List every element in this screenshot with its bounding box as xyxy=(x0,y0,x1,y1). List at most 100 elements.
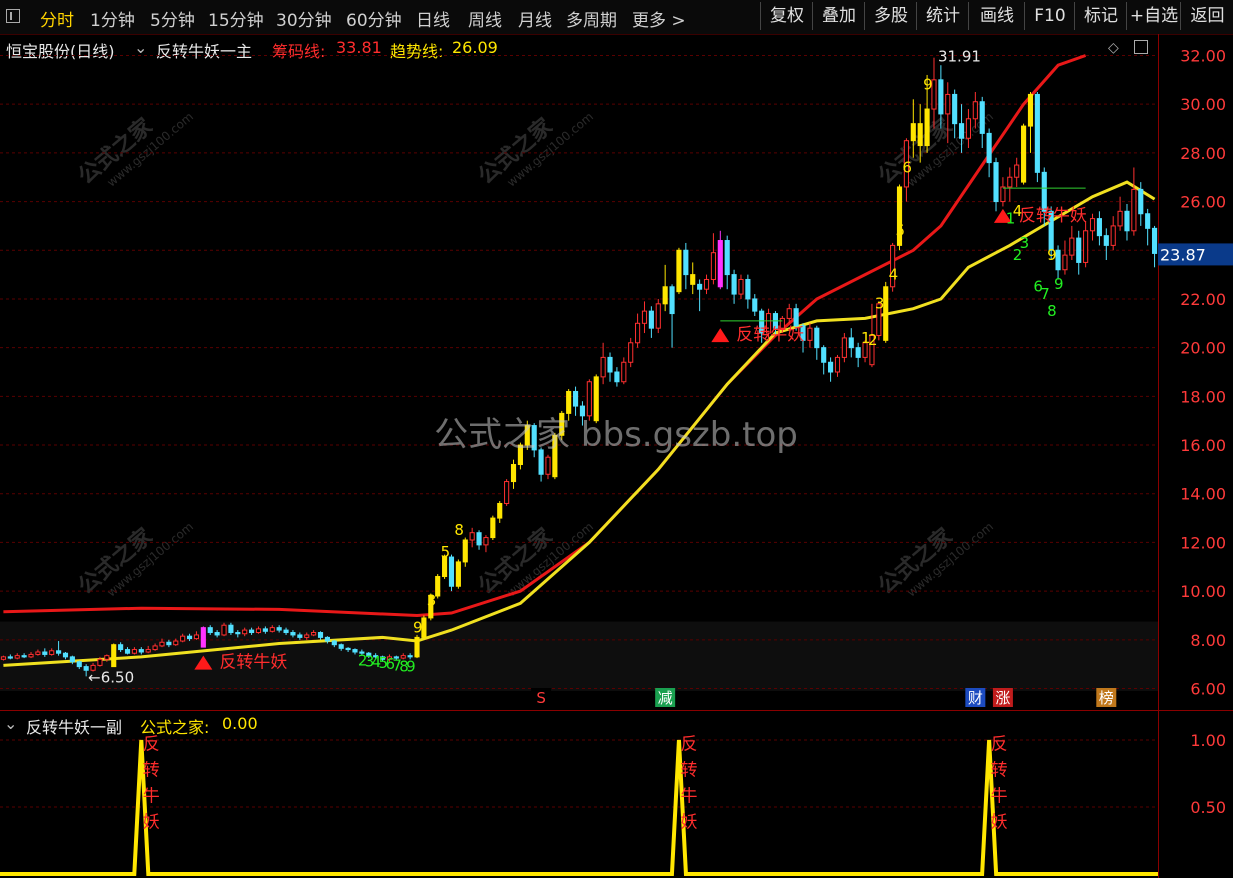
candle-body xyxy=(317,632,324,638)
y-tick-label: 32.00 xyxy=(1180,46,1226,65)
candle-body xyxy=(1083,230,1089,263)
candle-body xyxy=(1076,237,1082,263)
candle-body xyxy=(641,310,648,324)
candle-body xyxy=(56,650,62,654)
candle-body xyxy=(1014,164,1020,178)
candle-body xyxy=(614,371,620,383)
candle-body xyxy=(586,381,592,417)
y-tick-label: 6.00 xyxy=(1190,680,1226,699)
event-marker: 榜 xyxy=(1099,689,1114,707)
y-tick-label: 8.00 xyxy=(1190,631,1226,650)
candle-body xyxy=(855,347,861,358)
count-digit: 6 xyxy=(902,158,912,176)
event-marker: 减 xyxy=(658,689,673,707)
candle-body xyxy=(7,656,13,659)
candle-body xyxy=(28,653,34,658)
candle-body xyxy=(965,118,972,139)
count-digit: 2 xyxy=(868,331,878,349)
candle-body xyxy=(690,274,696,285)
candle-body xyxy=(483,537,489,546)
candle-body xyxy=(269,627,275,632)
candle-body xyxy=(993,162,999,203)
candle-body xyxy=(221,624,227,636)
candle-body xyxy=(138,649,144,653)
candle-body xyxy=(841,337,847,358)
candle-body xyxy=(159,641,165,647)
candle-body xyxy=(793,308,799,327)
candle-body xyxy=(1138,188,1144,215)
sub-signal-char: 转 xyxy=(680,760,697,780)
chip-line xyxy=(3,54,1087,618)
candle-body xyxy=(1110,225,1116,246)
candle-body xyxy=(166,641,172,646)
count-digit: 3 xyxy=(427,592,437,610)
candle-body xyxy=(76,661,82,668)
count-digit: 7 xyxy=(1040,285,1050,303)
count-digit: 5 xyxy=(441,543,451,561)
candle-body xyxy=(504,481,510,504)
count-digit: 9 xyxy=(923,76,933,94)
candle-body xyxy=(304,634,310,638)
candle-body xyxy=(697,283,703,290)
candle-body xyxy=(1069,237,1075,256)
sub-signal-char: 妖 xyxy=(680,812,697,832)
event-marker: 涨 xyxy=(995,689,1010,707)
candle-body xyxy=(469,532,475,541)
sub-signal-char: 牛 xyxy=(143,786,160,806)
stock-chart[interactable]: 反转牛妖反转牛妖反转牛妖←6.5031.91234567891236789935… xyxy=(0,0,1233,878)
candle-body xyxy=(1027,93,1034,127)
candle-body xyxy=(1062,254,1068,271)
candle-body xyxy=(152,645,158,651)
count-digit: 8 xyxy=(454,521,464,539)
consolidation-band xyxy=(0,621,1158,691)
candle-body xyxy=(345,647,351,651)
y-tick-label: 10.00 xyxy=(1180,582,1226,601)
candle-body xyxy=(118,644,124,651)
candle-body xyxy=(324,636,330,642)
candle-body xyxy=(490,517,496,539)
count-digit: 9 xyxy=(1054,275,1064,293)
candle-body xyxy=(180,635,186,642)
candle-body xyxy=(910,123,916,142)
candle-body xyxy=(607,356,613,373)
candle-body xyxy=(228,624,234,634)
count-digit: 4 xyxy=(889,265,899,283)
y-tick-label: 20.00 xyxy=(1180,339,1226,358)
candle-body xyxy=(731,274,737,295)
count-digit: 3 xyxy=(875,295,885,313)
candle-body xyxy=(635,322,641,344)
candle-body xyxy=(669,286,675,315)
candle-body xyxy=(104,655,110,660)
candle-body xyxy=(42,651,48,655)
candle-body xyxy=(1117,210,1123,227)
candle-body xyxy=(111,644,117,668)
candle-body xyxy=(35,651,41,655)
buy-signal-label: 反转牛妖 xyxy=(219,653,287,673)
candle-body xyxy=(145,649,151,653)
count-digit: 9 xyxy=(1047,246,1057,264)
candle-body xyxy=(14,655,20,659)
candle-body xyxy=(186,635,193,640)
y-tick-label: 18.00 xyxy=(1180,387,1226,406)
candle-body xyxy=(1089,218,1096,232)
candle-body xyxy=(476,532,482,546)
buy-signal-label: 反转牛妖 xyxy=(736,325,804,345)
candle-body xyxy=(821,347,827,363)
sub-signal-char: 妖 xyxy=(991,812,1008,832)
candle-body xyxy=(283,629,289,634)
y-tick-label: 22.00 xyxy=(1180,290,1226,309)
candle-body xyxy=(814,327,820,349)
candle-body xyxy=(193,634,200,640)
candle-body xyxy=(131,649,137,654)
sub-y-tick-label: 1.00 xyxy=(1190,731,1226,750)
candle-body xyxy=(566,390,572,414)
candle-body xyxy=(952,93,958,125)
y-tick-label: 26.00 xyxy=(1180,193,1226,212)
y-tick-label: 16.00 xyxy=(1180,436,1226,455)
y-tick-label: 30.00 xyxy=(1180,95,1226,114)
candle-body xyxy=(807,327,813,341)
candle-body xyxy=(828,361,834,373)
candle-body xyxy=(648,310,654,329)
y-tick-label: 28.00 xyxy=(1180,144,1226,163)
candle-body xyxy=(462,539,468,563)
